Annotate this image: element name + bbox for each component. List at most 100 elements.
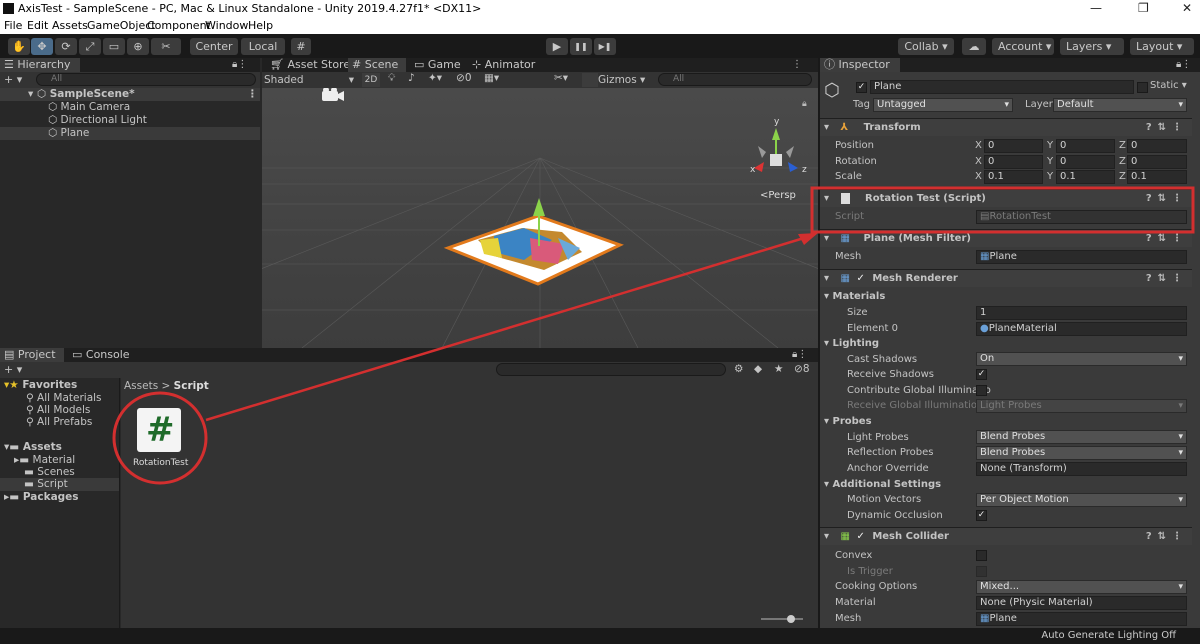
layout-dropdown[interactable]: Layout ▾ <box>1130 38 1194 55</box>
grid-snap-icon[interactable]: # <box>291 38 311 55</box>
convex-checkbox[interactable] <box>976 550 987 561</box>
lighting-toggle-icon[interactable]: 💡︎ <box>388 72 395 85</box>
asset-file-name[interactable]: RotationTest <box>133 458 188 468</box>
layers-dropdown[interactable]: Layers ▾ <box>1060 38 1124 55</box>
cooking-options-dropdown[interactable]: Mixed... <box>976 580 1187 594</box>
tab-hierarchy[interactable]: ☰ Hierarchy <box>0 58 80 72</box>
script-component-header[interactable]: ▾ Rotation Test (Script) ?⇅⋮ <box>820 189 1192 207</box>
breadcrumb-current[interactable]: Script <box>174 380 209 392</box>
filter-by-type-icon[interactable]: ⚙ <box>734 363 743 375</box>
move-tool-icon[interactable]: ✥ <box>31 38 53 55</box>
grid-toggle-icon[interactable]: ▦▾ <box>484 72 499 84</box>
inspector-lock-icon[interactable]: 🔒︎⋮ <box>1176 58 1191 72</box>
scene-viewport[interactable]: y x z <Persp 🔒︎ <box>262 88 818 348</box>
project-add-button[interactable]: + ▾ <box>4 363 22 376</box>
mesh-filter-header[interactable]: ▾ ▦ Plane (Mesh Filter) ?⇅⋮ <box>820 229 1192 247</box>
gizmos-dropdown[interactable]: Gizmos ▾ <box>598 73 650 87</box>
menu-file[interactable]: File <box>4 19 22 32</box>
perspective-label[interactable]: <Persp <box>760 190 796 201</box>
folder-script[interactable]: ▬ Script <box>0 478 119 491</box>
component-menu-icons[interactable]: ?⇅⋮ <box>1146 119 1188 137</box>
component-menu-icons[interactable]: ?⇅⋮ <box>1146 528 1188 546</box>
status-text[interactable]: Auto Generate Lighting Off <box>1041 630 1176 641</box>
menu-component[interactable]: Component <box>147 19 211 32</box>
collider-mesh-field[interactable]: ▦Plane <box>976 612 1187 626</box>
mesh-renderer-header[interactable]: ▾ ▦ ✓ Mesh Renderer ?⇅⋮ <box>820 269 1192 287</box>
scale-z-field[interactable]: 0.1 <box>1127 170 1187 184</box>
hand-tool-icon[interactable]: ✋ <box>8 38 30 55</box>
scene-menu-icon[interactable]: ⋮ <box>792 58 802 72</box>
audio-toggle-icon[interactable]: ♪ <box>408 72 415 84</box>
tab-asset-store[interactable]: 🛒︎ Asset Store <box>266 58 350 72</box>
rotation-z-field[interactable]: 0 <box>1127 155 1187 169</box>
account-dropdown[interactable]: Account ▾ <box>992 38 1054 55</box>
rotation-y-field[interactable]: 0 <box>1056 155 1115 169</box>
transform-tool-icon[interactable]: ⊕ <box>127 38 149 55</box>
mesh-field[interactable]: ▦Plane <box>976 250 1187 264</box>
packages-node[interactable]: ▸▬ Packages <box>4 491 79 504</box>
collab-button[interactable]: Collab ▾ <box>898 38 954 55</box>
menu-assets[interactable]: Assets <box>52 19 88 32</box>
project-lock-icon[interactable]: 🔒︎⋮ <box>792 348 807 362</box>
menu-window[interactable]: Window <box>205 19 248 32</box>
active-checkbox[interactable]: ✓ <box>856 82 867 93</box>
object-name-field[interactable]: Plane <box>870 80 1134 94</box>
breadcrumb-root[interactable]: Assets <box>124 380 158 392</box>
dynamic-occlusion-checkbox[interactable]: ✓ <box>976 510 987 521</box>
camera-settings-icon[interactable] <box>582 73 598 87</box>
hierarchy-add-button[interactable]: + ▾ <box>4 73 22 86</box>
tab-animator[interactable]: ⊹ Animator <box>468 58 535 72</box>
tab-game[interactable]: ▭ Game <box>410 58 462 72</box>
cast-shadows-dropdown[interactable]: On <box>976 352 1187 366</box>
hidden-packages-icon[interactable]: ⊘8 <box>794 363 810 375</box>
pivot-center-toggle[interactable]: Center <box>190 38 238 55</box>
shading-dropdown[interactable]: Shaded ▾ <box>264 73 356 87</box>
light-probes-dropdown[interactable]: Blend Probes <box>976 430 1187 444</box>
favorite-all-prefabs[interactable]: ⚲ All Prefabs <box>26 416 92 429</box>
tab-project[interactable]: ▤ Project <box>0 348 64 362</box>
favorites-node[interactable]: ▾★ Favorites <box>4 379 77 392</box>
anchor-override-field[interactable]: None (Transform) <box>976 462 1187 476</box>
additional-settings-section[interactable]: ▾ Additional Settings <box>824 479 941 490</box>
lock-icon[interactable]: 🔒︎⋮ <box>232 58 247 72</box>
hierarchy-search-input[interactable]: All <box>36 73 256 86</box>
position-y-field[interactable]: 0 <box>1056 139 1115 153</box>
menu-edit[interactable]: Edit <box>27 19 48 32</box>
static-checkbox[interactable] <box>1137 82 1148 93</box>
tab-scene[interactable]: # Scene <box>348 58 406 72</box>
rotate-tool-icon[interactable]: ⟳ <box>55 38 77 55</box>
tab-inspector[interactable]: ⓘ Inspector <box>820 58 900 72</box>
material-field[interactable]: ●PlaneMaterial <box>976 322 1187 336</box>
menu-help[interactable]: Help <box>248 19 273 32</box>
layer-dropdown[interactable]: Default <box>1053 98 1187 112</box>
scale-y-field[interactable]: 0.1 <box>1056 170 1115 184</box>
custom-tool-icon[interactable]: ✂ <box>151 38 181 55</box>
tools-icon[interactable]: ✂▾ <box>554 72 568 84</box>
materials-size-field[interactable]: 1 <box>976 306 1187 320</box>
mesh-collider-header[interactable]: ▾ ▦ ✓ Mesh Collider ?⇅⋮ <box>820 527 1192 545</box>
hierarchy-item-directional-light[interactable]: ⬡ Directional Light <box>48 114 147 127</box>
pause-button[interactable]: ❚❚ <box>570 38 592 55</box>
mesh-collider-enabled-checkbox[interactable]: ✓ <box>856 531 864 542</box>
scale-x-field[interactable]: 0.1 <box>984 170 1043 184</box>
hierarchy-item-main-camera[interactable]: ⬡ Main Camera <box>48 101 130 114</box>
play-button[interactable]: ▶ <box>546 38 568 55</box>
scene-lock-icon[interactable]: 🔒︎ <box>802 99 807 109</box>
component-menu-icons[interactable]: ?⇅⋮ <box>1146 230 1188 248</box>
pivot-local-toggle[interactable]: Local <box>241 38 285 55</box>
scene-search-input[interactable]: All <box>658 73 812 86</box>
component-menu-icons[interactable]: ?⇅⋮ <box>1146 270 1188 288</box>
position-z-field[interactable]: 0 <box>1127 139 1187 153</box>
hidden-objects-icon[interactable]: ⊘0 <box>456 72 472 84</box>
tab-console[interactable]: ▭ Console <box>68 348 132 362</box>
physic-material-field[interactable]: None (Physic Material) <box>976 596 1187 610</box>
scale-tool-icon[interactable]: ⤢ <box>79 38 101 55</box>
minimize-button[interactable]: — <box>1090 1 1102 15</box>
reflection-probes-dropdown[interactable]: Blend Probes <box>976 446 1187 460</box>
menu-gameobject[interactable]: GameObject <box>87 19 156 32</box>
materials-section[interactable]: ▾ Materials <box>824 291 885 302</box>
csharp-script-icon[interactable]: # <box>137 408 181 452</box>
rotation-x-field[interactable]: 0 <box>984 155 1043 169</box>
mesh-renderer-enabled-checkbox[interactable]: ✓ <box>856 273 864 284</box>
transform-header[interactable]: ▾ ⅄ Transform ?⇅⋮ <box>820 118 1192 136</box>
